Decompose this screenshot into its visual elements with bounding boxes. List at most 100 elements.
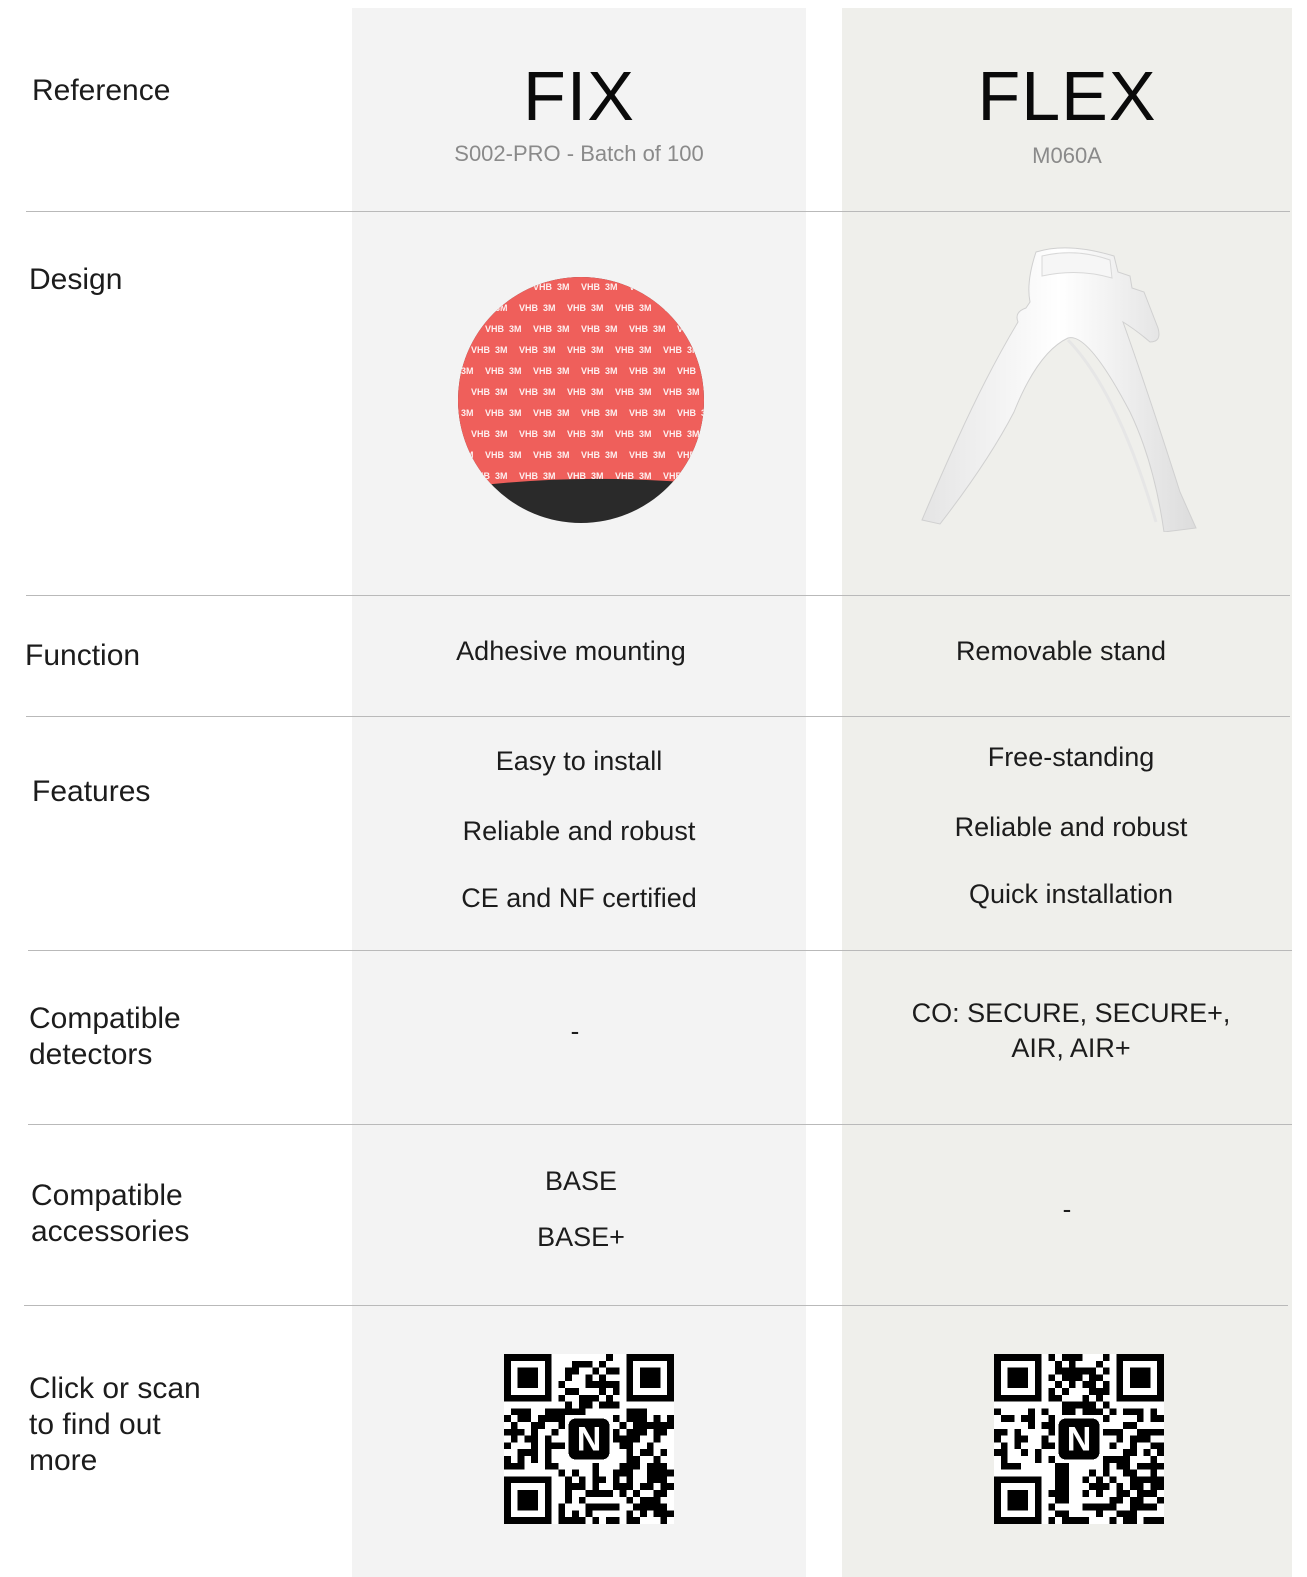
svg-text:VHB: VHB (519, 429, 539, 439)
svg-text:3M: 3M (701, 408, 705, 418)
svg-text:VHB: VHB (663, 387, 683, 397)
svg-text:VHB: VHB (519, 303, 539, 313)
svg-text:3M: 3M (653, 282, 666, 292)
fix-compatible-detectors: - (570, 1016, 580, 1046)
svg-text:3M: 3M (639, 387, 652, 397)
svg-text:3M: 3M (543, 387, 556, 397)
svg-text:VHB: VHB (533, 282, 553, 292)
svg-text:3M: 3M (509, 408, 522, 418)
row-label-compatible-accessories: Compatible accessories (31, 1179, 190, 1248)
svg-text:VHB: VHB (533, 324, 553, 334)
flex-function: Removable stand (955, 636, 1167, 666)
fix-feature-item: Easy to install (495, 746, 663, 776)
flex-feature-item: Free-standing (987, 742, 1155, 772)
svg-text:VHB: VHB (663, 345, 683, 355)
svg-text:3M: 3M (605, 282, 618, 292)
svg-text:VHB: VHB (567, 471, 587, 481)
row-label-design: Design (29, 263, 123, 296)
svg-text:3M: 3M (557, 324, 570, 334)
svg-text:3M: 3M (543, 345, 556, 355)
svg-text:3M: 3M (639, 345, 652, 355)
svg-text:3M: 3M (701, 324, 705, 334)
svg-text:VHB: VHB (615, 429, 635, 439)
qr-logo-letter: N (577, 1421, 602, 1459)
row-divider (28, 1124, 1292, 1125)
svg-text:3M: 3M (557, 366, 570, 376)
svg-text:3M: 3M (639, 429, 652, 439)
svg-text:3M: 3M (543, 303, 556, 313)
svg-text:3M: 3M (543, 471, 556, 481)
svg-text:VHB: VHB (677, 324, 697, 334)
svg-text:3M: 3M (557, 408, 570, 418)
flex-stand-image (921, 247, 1197, 532)
svg-text:3M: 3M (687, 429, 700, 439)
svg-text:VHB: VHB (629, 408, 649, 418)
flex-features-list: Free-standing Reliable and robust Quick … (846, 741, 1296, 910)
svg-text:VHB: VHB (485, 366, 505, 376)
svg-text:3M: 3M (495, 303, 508, 313)
flex-compatible-detectors: CO: SECURE, SECURE+, AIR, AIR+ (911, 998, 1231, 1063)
svg-text:3M: 3M (495, 387, 508, 397)
svg-text:VHB: VHB (519, 471, 539, 481)
svg-text:3M: 3M (591, 345, 604, 355)
svg-text:VHB: VHB (677, 282, 697, 292)
svg-text:3M: 3M (687, 303, 700, 313)
svg-text:VHB: VHB (567, 345, 587, 355)
fix-compatible-accessories: BASE BASE+ (354, 1165, 808, 1253)
fix-features-list: Easy to install Reliable and robust CE a… (352, 745, 806, 914)
svg-text:3M: 3M (509, 450, 522, 460)
svg-text:3M: 3M (701, 450, 705, 460)
svg-text:3M: 3M (687, 387, 700, 397)
svg-text:3M: 3M (653, 408, 666, 418)
svg-text:3M: 3M (687, 471, 700, 481)
svg-text:3M: 3M (605, 366, 618, 376)
svg-text:3M: 3M (495, 345, 508, 355)
svg-text:VHB: VHB (533, 366, 553, 376)
svg-text:3M: 3M (557, 282, 570, 292)
fix-feature-item: Reliable and robust (462, 816, 696, 846)
svg-text:3M: 3M (591, 429, 604, 439)
flex-header: FLEX M060A (842, 58, 1292, 170)
svg-text:VHB: VHB (581, 282, 601, 292)
svg-text:VHB: VHB (567, 429, 587, 439)
qr-logo-letter: N (1067, 1421, 1092, 1459)
svg-text:VHB: VHB (485, 408, 505, 418)
fix-reference-code: S002-PRO - Batch of 100 (454, 141, 704, 166)
row-label-reference: Reference (32, 74, 171, 107)
svg-text:3M: 3M (461, 282, 474, 292)
fix-accessory-item: BASE (544, 1166, 618, 1196)
svg-text:VHB: VHB (629, 450, 649, 460)
svg-text:3M: 3M (653, 450, 666, 460)
svg-text:VHB: VHB (567, 387, 587, 397)
row-divider (24, 1305, 1288, 1306)
svg-text:3M: 3M (639, 303, 652, 313)
svg-text:VHB: VHB (677, 408, 697, 418)
svg-text:VHB: VHB (581, 450, 601, 460)
svg-text:VHB: VHB (485, 450, 505, 460)
svg-text:3M: 3M (653, 324, 666, 334)
svg-text:3M: 3M (591, 471, 604, 481)
row-divider (26, 211, 1290, 212)
row-label-function: Function (25, 639, 141, 672)
svg-text:VHB: VHB (519, 345, 539, 355)
svg-text:VHB: VHB (663, 471, 683, 481)
svg-text:3M: 3M (495, 429, 508, 439)
svg-text:3M: 3M (591, 303, 604, 313)
row-label-find-more: Click or scan to find out more (29, 1372, 201, 1477)
fix-header: FIX S002-PRO - Batch of 100 (352, 58, 806, 168)
svg-text:VHB: VHB (581, 366, 601, 376)
flex-qr-code[interactable]: N (994, 1354, 1164, 1524)
row-divider (26, 595, 1290, 596)
svg-text:3M: 3M (543, 429, 556, 439)
svg-text:3M: 3M (509, 324, 522, 334)
svg-text:VHB: VHB (471, 345, 491, 355)
fix-qr-code[interactable]: N (504, 1354, 674, 1524)
svg-text:3M: 3M (461, 408, 474, 418)
svg-text:VHB: VHB (471, 471, 491, 481)
fix-adhesive-patch-image: 3M VHB 3M VHB 3M VHB 3M VHB 3M VHB 3M VHB 3M VHB 3M VHB… (458, 277, 705, 523)
svg-text:VHB: VHB (533, 450, 553, 460)
svg-text:VHB: VHB (581, 408, 601, 418)
row-label-features: Features (32, 775, 151, 808)
svg-text:VHB: VHB (519, 387, 539, 397)
fix-accessory-item: BASE+ (537, 1222, 625, 1252)
